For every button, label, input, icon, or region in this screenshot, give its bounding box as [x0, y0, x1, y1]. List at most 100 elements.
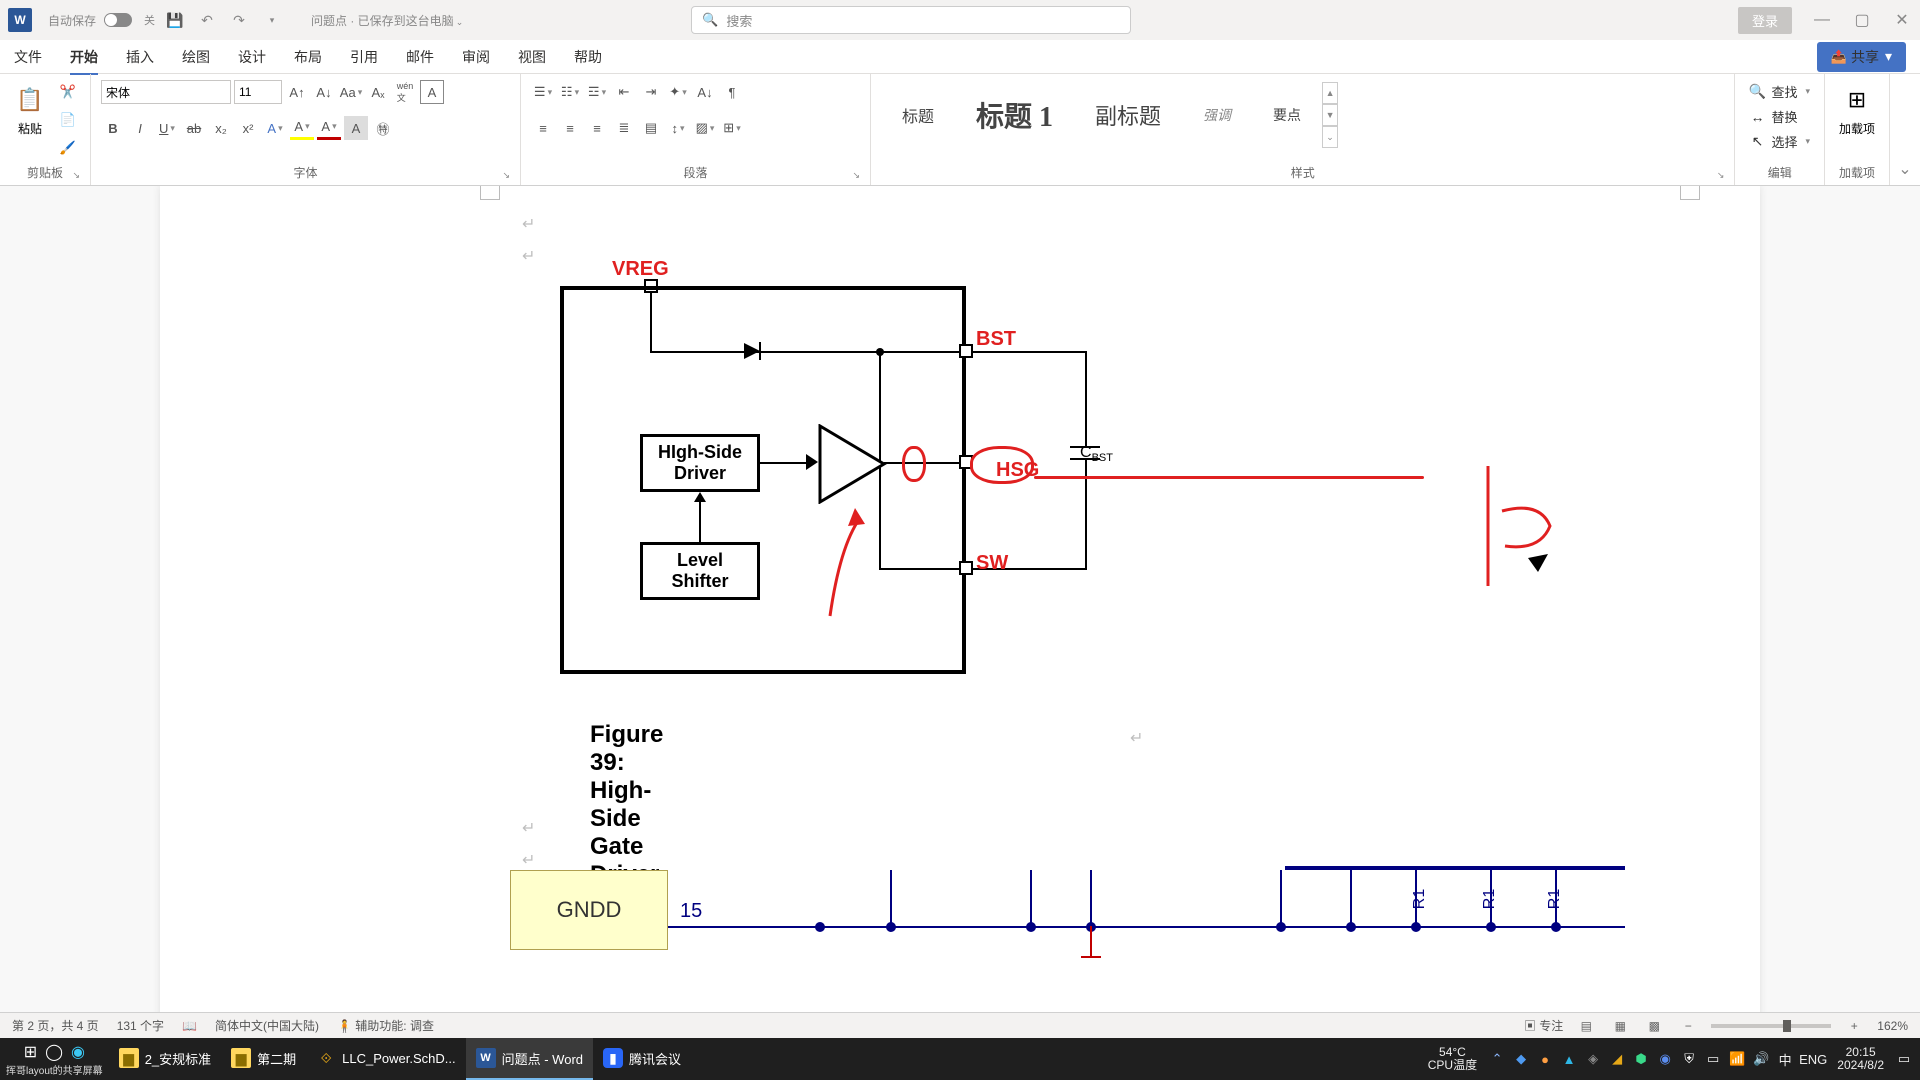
tray-wifi-icon[interactable]: 📶 — [1727, 1049, 1747, 1069]
sort-icon[interactable]: A↓ — [693, 80, 717, 104]
phonetic-icon[interactable]: wén文 — [393, 80, 417, 104]
close-icon[interactable]: ✕ — [1892, 10, 1912, 30]
multilevel-icon[interactable]: ☲▾ — [585, 80, 609, 104]
maximize-icon[interactable]: ▢ — [1852, 10, 1872, 30]
bullets-icon[interactable]: ☰▾ — [531, 80, 555, 104]
tray-notifications-icon[interactable]: ▭ — [1894, 1049, 1914, 1069]
tab-view[interactable]: 视图 — [518, 47, 546, 67]
spellcheck-icon[interactable]: 📖 — [182, 1019, 197, 1033]
copy-icon[interactable]: 📄 — [56, 108, 80, 132]
tray-app1-icon[interactable]: ◆ — [1511, 1049, 1531, 1069]
italic-button[interactable]: I — [128, 116, 152, 140]
grow-font-icon[interactable]: A↑ — [285, 80, 309, 104]
tray-security-icon[interactable]: ⛨ — [1679, 1049, 1699, 1069]
login-button[interactable]: 登录 — [1738, 7, 1792, 34]
focus-mode[interactable]: ▣ 专注 — [1524, 1017, 1563, 1034]
replace-button[interactable]: ↔替换 — [1745, 105, 1801, 128]
shrink-font-icon[interactable]: A↓ — [312, 80, 336, 104]
taskbar-folder2[interactable]: ▆第二期 — [221, 1038, 306, 1080]
find-button[interactable]: 🔍查找▾ — [1745, 80, 1814, 103]
subscript-button[interactable]: x₂ — [209, 116, 233, 140]
enclosed-char-icon[interactable]: ㊕ — [371, 116, 395, 140]
distribute-icon[interactable]: ▤ — [639, 116, 663, 140]
language-indicator[interactable]: 简体中文(中国大陆) — [215, 1017, 319, 1034]
tray-app4-icon[interactable]: ◈ — [1583, 1049, 1603, 1069]
tray-ime2[interactable]: ENG — [1799, 1049, 1827, 1069]
style-title[interactable]: 标题 — [881, 80, 955, 150]
tab-file[interactable]: 文件 — [14, 47, 42, 67]
tab-draw[interactable]: 绘图 — [182, 47, 210, 67]
show-marks-icon[interactable]: ¶ — [720, 80, 744, 104]
page-indicator[interactable]: 第 2 页，共 4 页 — [12, 1017, 99, 1034]
document-title[interactable]: 问题点 · 已保存到这台电脑⌄ — [311, 12, 463, 29]
clear-format-icon[interactable]: Aₓ — [366, 80, 390, 104]
char-border-icon[interactable]: A — [420, 80, 444, 104]
highlight-icon[interactable]: A▾ — [290, 116, 314, 140]
taskbar-tencent[interactable]: ▮腾讯会议 — [593, 1038, 691, 1080]
tab-home[interactable]: 开始 — [70, 47, 98, 75]
qat-more-icon[interactable]: ▾ — [259, 8, 283, 32]
redo-icon[interactable]: ↷ — [227, 8, 251, 32]
tray-overflow-icon[interactable]: ⌃ — [1487, 1049, 1507, 1069]
change-case-icon[interactable]: Aa▾ — [339, 80, 363, 104]
document-area[interactable]: ↵ ↵ VREG BST CBST — [0, 186, 1920, 1038]
taskbar-word[interactable]: W问题点 - Word — [466, 1038, 593, 1080]
tab-design[interactable]: 设计 — [238, 47, 266, 67]
start-corner[interactable]: ⊞ ◯ ◉ 挥哥layout的共享屏幕 — [0, 1038, 109, 1080]
align-left-icon[interactable]: ≡ — [531, 116, 555, 140]
tray-ime1[interactable]: 中 — [1775, 1049, 1795, 1069]
tray-app7-icon[interactable]: ◉ — [1655, 1049, 1675, 1069]
zoom-in-icon[interactable]: + — [1843, 1017, 1865, 1035]
justify-icon[interactable]: ≣ — [612, 116, 636, 140]
zoom-out-icon[interactable]: − — [1677, 1017, 1699, 1035]
tray-app2-icon[interactable]: ● — [1535, 1049, 1555, 1069]
accessibility-check[interactable]: 🧍 辅助功能: 调查 — [337, 1017, 434, 1034]
print-layout-icon[interactable]: ▦ — [1609, 1017, 1631, 1035]
web-layout-icon[interactable]: ▩ — [1643, 1017, 1665, 1035]
line-spacing-icon[interactable]: ↕▾ — [666, 116, 690, 140]
tab-references[interactable]: 引用 — [350, 47, 378, 67]
tray-battery-icon[interactable]: ▭ — [1703, 1049, 1723, 1069]
cpu-temp[interactable]: 54°C CPU温度 — [1422, 1046, 1483, 1072]
numbering-icon[interactable]: ☷▾ — [558, 80, 582, 104]
tray-app6-icon[interactable]: ⬢ — [1631, 1049, 1651, 1069]
taskbar-folder1[interactable]: ▆2_安规标准 — [109, 1038, 221, 1080]
search-box[interactable]: 🔍 搜索 — [691, 6, 1131, 34]
borders-icon[interactable]: ⊞▾ — [720, 116, 744, 140]
tab-layout[interactable]: 布局 — [294, 47, 322, 67]
share-button[interactable]: 📤 共享 ▾ — [1817, 42, 1906, 72]
cortana-icon[interactable]: ◯ — [45, 1042, 63, 1062]
underline-button[interactable]: U▾ — [155, 116, 179, 140]
read-mode-icon[interactable]: ▤ — [1575, 1017, 1597, 1035]
addins-button[interactable]: ⊞ 加载项 — [1835, 80, 1879, 141]
paste-button[interactable]: 📋 粘贴 — [10, 80, 50, 141]
zoom-slider[interactable] — [1711, 1024, 1831, 1028]
font-color-icon[interactable]: A▾ — [317, 116, 341, 140]
strikethrough-button[interactable]: ab — [182, 116, 206, 140]
superscript-button[interactable]: x² — [236, 116, 260, 140]
taskbar-altium[interactable]: ⟐LLC_Power.SchD... — [306, 1038, 465, 1080]
style-subtitle[interactable]: 副标题 — [1074, 80, 1182, 150]
zoom-level[interactable]: 162% — [1877, 1019, 1908, 1033]
font-size-select[interactable] — [234, 80, 282, 104]
text-effects-icon[interactable]: A▾ — [263, 116, 287, 140]
select-button[interactable]: ↖选择▾ — [1745, 130, 1814, 153]
word-count[interactable]: 131 个字 — [117, 1017, 164, 1034]
tab-mailings[interactable]: 邮件 — [406, 47, 434, 67]
undo-icon[interactable]: ↶ — [195, 8, 219, 32]
tray-app5-icon[interactable]: ◢ — [1607, 1049, 1627, 1069]
tray-volume-icon[interactable]: 🔊 — [1751, 1049, 1771, 1069]
bold-button[interactable]: B — [101, 116, 125, 140]
char-shading-icon[interactable]: A — [344, 116, 368, 140]
increase-indent-icon[interactable]: ⇥ — [639, 80, 663, 104]
edge-icon[interactable]: ◉ — [71, 1042, 85, 1062]
tray-app3-icon[interactable]: ▲ — [1559, 1049, 1579, 1069]
styles-scroll[interactable]: ▲▼⌄ — [1322, 82, 1338, 148]
align-right-icon[interactable]: ≡ — [585, 116, 609, 140]
format-painter-icon[interactable]: 🖌️ — [56, 136, 80, 160]
start-icon[interactable]: ⊞ — [24, 1042, 37, 1062]
save-icon[interactable]: 💾 — [163, 8, 187, 32]
tab-review[interactable]: 审阅 — [462, 47, 490, 67]
collapse-ribbon-icon[interactable]: ⌄ — [1890, 74, 1920, 185]
autosave-toggle[interactable] — [104, 13, 132, 27]
